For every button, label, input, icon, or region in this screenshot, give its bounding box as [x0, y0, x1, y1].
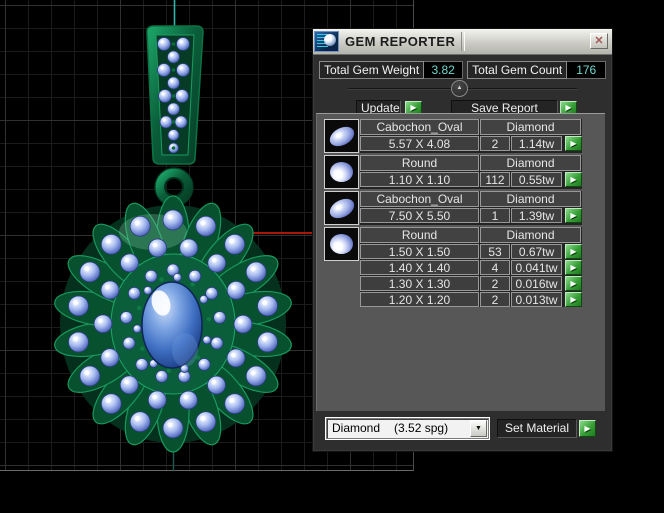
gem-material-cell: Diamond [480, 155, 581, 171]
gem-reporter-icon [314, 31, 339, 52]
gem-count-cell: 4 [480, 260, 510, 275]
gem-shape-cell: Round [360, 227, 479, 243]
gem-thumbnail-round [324, 227, 359, 261]
gem-count-cell: 112 [480, 172, 510, 187]
gem-weight-cell: 0.55tw [511, 172, 562, 187]
gem-shape-cell: Round [360, 155, 479, 171]
gem-count-cell: 2 [480, 292, 510, 307]
gem-shape-cell: Cabochon_Oval [360, 191, 479, 207]
gem-weight-cell: 1.14tw [511, 136, 562, 151]
gem-weight-cell: 1.39tw [511, 208, 562, 223]
gem-size-cell: 7.50 X 5.50 [360, 208, 479, 223]
gem-size-cell: 1.30 X 1.30 [360, 276, 479, 291]
collapse-zone: ▲ [313, 80, 612, 97]
gem-material-cell: Diamond [480, 227, 581, 243]
gem-group: Cabochon_Oval Diamond 5.57 X 4.08 2 1.14… [324, 119, 582, 153]
gem-group: Round Diamond 1.10 X 1.10 112 0.55tw ▶ [324, 155, 582, 189]
totals-row: Total Gem Weight 3.82 Total Gem Count 17… [319, 61, 612, 79]
gem-thumbnail-cabochon-oval [324, 119, 359, 153]
gem-material-cell: Diamond [480, 191, 581, 207]
gem-size-cell: 5.57 X 4.08 [360, 136, 479, 151]
gem-size-cell: 1.20 X 1.20 [360, 292, 479, 307]
chevron-down-icon[interactable]: ▼ [470, 420, 487, 437]
gem-group: Cabochon_Oval Diamond 7.50 X 5.50 1 1.39… [324, 191, 582, 225]
panel-title: GEM REPORTER [345, 34, 456, 49]
select-gems-button[interactable]: ▶ [565, 276, 582, 291]
select-gems-button[interactable]: ▶ [565, 208, 582, 223]
total-weight-label: Total Gem Weight [319, 61, 425, 79]
select-gems-button[interactable]: ▶ [565, 244, 582, 259]
select-gems-button[interactable]: ▶ [565, 172, 582, 187]
titlebar-divider [461, 32, 465, 51]
gem-reporter-panel: GEM REPORTER ✕ Total Gem Weight 3.82 Tot… [312, 28, 613, 452]
gem-size-cell: 1.10 X 1.10 [360, 172, 479, 187]
close-icon[interactable]: ✕ [590, 33, 608, 49]
panel-titlebar[interactable]: GEM REPORTER ✕ [313, 29, 612, 55]
material-dropdown[interactable]: Diamond (3.52 spg) ▼ [326, 418, 489, 439]
gem-size-cell: 1.50 X 1.50 [360, 244, 479, 259]
set-material-run-icon[interactable]: ▶ [579, 420, 596, 437]
bottom-controls: Diamond (3.52 spg) ▼ Set Material ▶ [313, 418, 612, 440]
collapse-panel-button[interactable]: ▲ [451, 80, 468, 97]
gem-count-cell: 53 [480, 244, 510, 259]
total-weight-value: 3.82 [424, 61, 464, 79]
material-dropdown-spg: (3.52 spg) [394, 421, 449, 435]
gem-size-cell: 1.40 X 1.40 [360, 260, 479, 275]
gem-shape-cell: Cabochon_Oval [360, 119, 479, 135]
gem-thumbnail-round [324, 155, 359, 189]
gem-count-cell: 2 [480, 136, 510, 151]
set-material-button[interactable]: Set Material [497, 419, 577, 438]
select-gems-button[interactable]: ▶ [565, 292, 582, 307]
total-count-value: 176 [567, 61, 607, 79]
total-count-label: Total Gem Count [467, 61, 568, 79]
gem-group: Round Diamond 1.50 X 1.50 53 0.67tw ▶ 1.… [324, 227, 582, 307]
gem-count-cell: 2 [480, 276, 510, 291]
gem-weight-cell: 0.013tw [511, 292, 562, 307]
material-dropdown-value: Diamond [332, 421, 381, 435]
gem-count-cell: 1 [480, 208, 510, 223]
gem-table: Cabochon_Oval Diamond 5.57 X 4.08 2 1.14… [316, 113, 605, 411]
gem-thumbnail-cabochon-oval [324, 191, 359, 225]
gem-weight-cell: 0.016tw [511, 276, 562, 291]
gem-weight-cell: 0.041tw [511, 260, 562, 275]
gem-weight-cell: 0.67tw [511, 244, 562, 259]
select-gems-button[interactable]: ▶ [565, 260, 582, 275]
select-gems-button[interactable]: ▶ [565, 136, 582, 151]
gem-material-cell: Diamond [480, 119, 581, 135]
